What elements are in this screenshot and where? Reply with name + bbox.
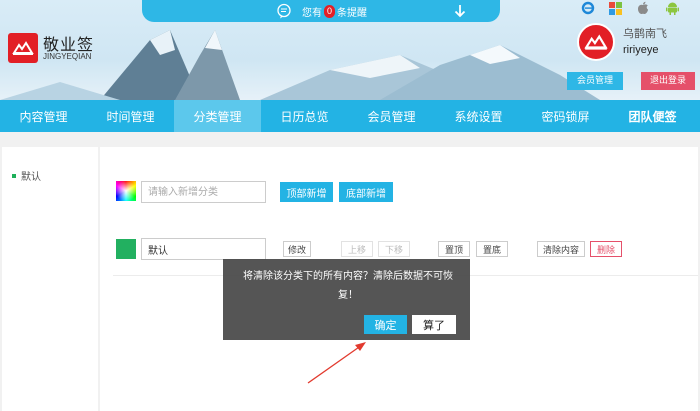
bullet-icon — [12, 173, 16, 178]
notice-text: 您有 0 条提醒 — [302, 4, 367, 19]
dialog-ok-button[interactable]: 确定 — [364, 315, 407, 334]
nav-item-time[interactable]: 时间管理 — [87, 100, 174, 132]
dialog-message: 将清除该分类下的所有内容？清除后数据不可恢复！ — [243, 271, 453, 301]
header: 敬业签 JINGYEQIAN 您有 0 条提醒 乌鹊南飞 ririyeye 会员… — [0, 0, 700, 100]
pin-top-button[interactable]: 置顶 — [438, 241, 470, 257]
notice-count-badge: 0 — [324, 5, 335, 18]
notice-bar[interactable]: 您有 0 条提醒 — [142, 0, 500, 22]
windows-icon[interactable] — [607, 0, 623, 16]
user-id: ririyeye — [623, 44, 659, 56]
user-name: 乌鹊南飞 — [623, 27, 667, 40]
sidebar-item-label: 默认 — [21, 172, 41, 183]
logout-button[interactable]: 退出登录 — [641, 72, 695, 90]
nav-item-member[interactable]: 会员管理 — [348, 100, 435, 132]
nav-item-lock-screen[interactable]: 密码锁屏 — [522, 100, 609, 132]
dialog-cancel-button[interactable]: 算了 — [412, 315, 456, 334]
category-sidebar — [2, 147, 98, 411]
chat-bubble-icon — [277, 3, 291, 19]
arrow-down-icon[interactable] — [452, 3, 468, 19]
category-name-field[interactable] — [141, 238, 266, 260]
confirm-dialog: 将清除该分类下的所有内容？清除后数据不可恢复！ 确定 算了 — [223, 259, 470, 340]
add-bottom-button[interactable]: 底部新增 — [339, 182, 393, 202]
member-management-button[interactable]: 会员管理 — [567, 72, 623, 90]
delete-button[interactable]: 删除 — [590, 241, 622, 257]
nav-item-team-notes[interactable]: 团队便签 — [609, 100, 696, 132]
move-up-button[interactable]: 上移 — [341, 241, 373, 257]
nav-item-calendar[interactable]: 日历总览 — [261, 100, 348, 132]
pin-bottom-button[interactable]: 置底 — [476, 241, 508, 257]
avatar[interactable] — [577, 23, 615, 61]
move-down-button[interactable]: 下移 — [378, 241, 410, 257]
clear-content-button[interactable]: 清除内容 — [537, 241, 585, 257]
nav-item-settings[interactable]: 系统设置 — [435, 100, 522, 132]
nav-item-content[interactable]: 内容管理 — [0, 100, 87, 132]
color-picker-icon[interactable] — [116, 181, 136, 201]
category-color-swatch[interactable] — [116, 239, 136, 259]
ie-icon[interactable] — [580, 0, 596, 16]
nav-item-category[interactable]: 分类管理 — [174, 100, 261, 132]
new-category-input[interactable] — [141, 181, 266, 203]
logo-icon[interactable] — [8, 33, 38, 63]
sidebar-item-default[interactable]: 默认 — [12, 168, 41, 183]
edit-button[interactable]: 修改 — [283, 241, 311, 257]
add-top-button[interactable]: 顶部新增 — [280, 182, 333, 202]
logo-subtitle: JINGYEQIAN — [43, 52, 92, 61]
main-nav: 内容管理 时间管理 分类管理 日历总览 会员管理 系统设置 密码锁屏 团队便签 — [0, 100, 700, 132]
notice-prefix: 您有 — [302, 8, 322, 19]
notice-suffix: 条提醒 — [337, 8, 367, 19]
apple-icon[interactable] — [635, 0, 651, 16]
android-icon[interactable] — [664, 0, 680, 16]
